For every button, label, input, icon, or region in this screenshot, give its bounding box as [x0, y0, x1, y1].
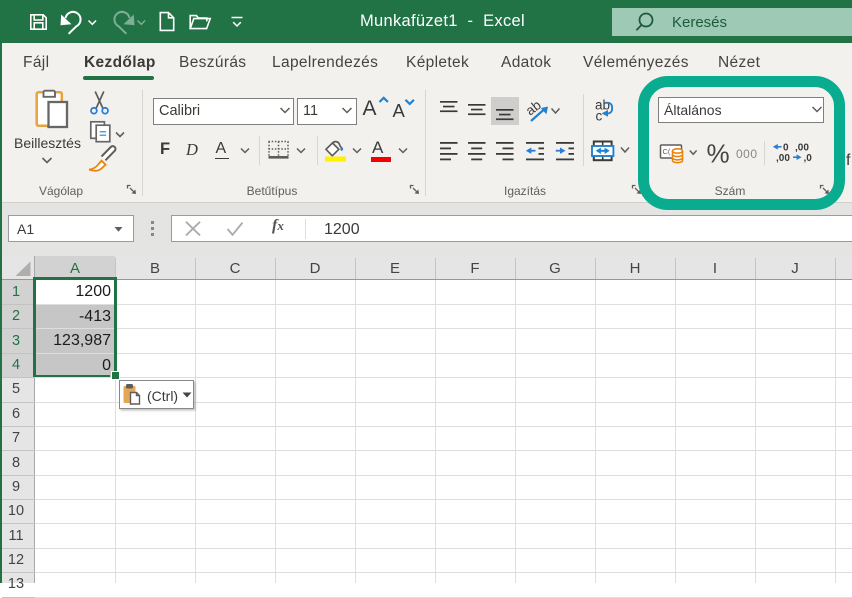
svg-text:ab: ab	[523, 97, 544, 118]
svg-text:c: c	[596, 109, 603, 124]
